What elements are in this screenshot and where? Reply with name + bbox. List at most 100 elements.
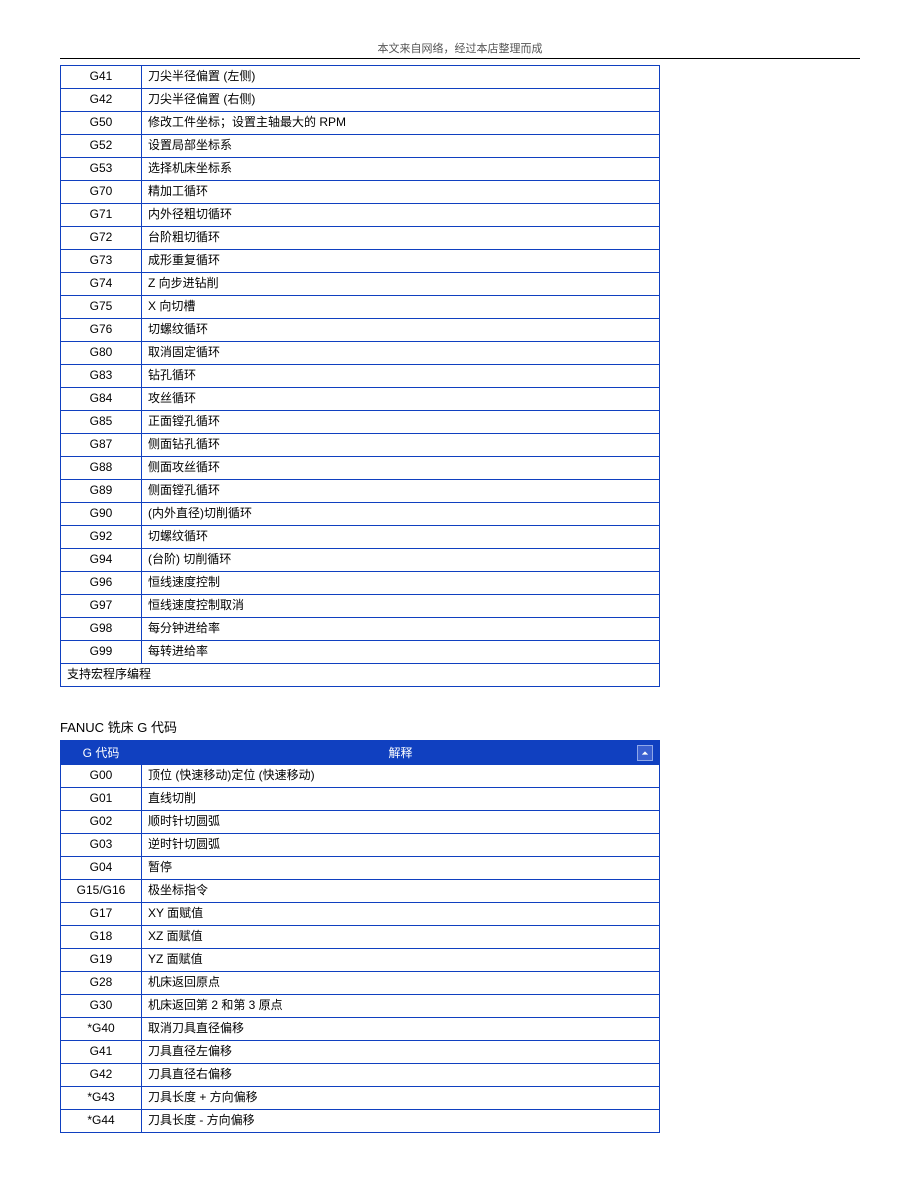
table-row: G17XY 面赋值 bbox=[61, 903, 660, 926]
desc-cell: 每分钟进给率 bbox=[142, 618, 660, 641]
page: 本文来自网络，经过本店整理而成 G41刀尖半径偏置 (左侧)G42刀尖半径偏置 … bbox=[0, 0, 920, 1193]
table-row: G03逆时针切圆弧 bbox=[61, 834, 660, 857]
table-row: G96恒线速度控制 bbox=[61, 572, 660, 595]
code-cell: G84 bbox=[61, 388, 142, 411]
desc-cell: XY 面赋值 bbox=[142, 903, 660, 926]
table-row: G42刀具直径右偏移 bbox=[61, 1064, 660, 1087]
code-cell: G98 bbox=[61, 618, 142, 641]
desc-cell: 刀尖半径偏置 (左侧) bbox=[142, 66, 660, 89]
table-footer-cell: 支持宏程序编程 bbox=[61, 664, 660, 687]
desc-cell: 刀具长度 + 方向偏移 bbox=[142, 1087, 660, 1110]
code-cell: G75 bbox=[61, 296, 142, 319]
table-row: G83钻孔循环 bbox=[61, 365, 660, 388]
table-row: *G43刀具长度 + 方向偏移 bbox=[61, 1087, 660, 1110]
code-cell: G53 bbox=[61, 158, 142, 181]
code-cell: G42 bbox=[61, 89, 142, 112]
code-cell: G15/G16 bbox=[61, 880, 142, 903]
desc-cell: 取消刀具直径偏移 bbox=[142, 1018, 660, 1041]
code-cell: G17 bbox=[61, 903, 142, 926]
code-cell: G83 bbox=[61, 365, 142, 388]
desc-cell: 每转进给率 bbox=[142, 641, 660, 664]
code-cell: G02 bbox=[61, 811, 142, 834]
desc-cell: 侧面攻丝循环 bbox=[142, 457, 660, 480]
chevron-up-icon bbox=[641, 749, 649, 757]
desc-cell: 机床返回第 2 和第 3 原点 bbox=[142, 995, 660, 1018]
code-cell: *G43 bbox=[61, 1087, 142, 1110]
code-cell: G70 bbox=[61, 181, 142, 204]
table-row: G84攻丝循环 bbox=[61, 388, 660, 411]
code-cell: G90 bbox=[61, 503, 142, 526]
table-row: G02顺时针切圆弧 bbox=[61, 811, 660, 834]
code-cell: G76 bbox=[61, 319, 142, 342]
desc-cell: 顺时针切圆弧 bbox=[142, 811, 660, 834]
table-row: G97恒线速度控制取消 bbox=[61, 595, 660, 618]
table-row: G41刀尖半径偏置 (左侧) bbox=[61, 66, 660, 89]
table-row: G90(内外直径)切削循环 bbox=[61, 503, 660, 526]
code-cell: G96 bbox=[61, 572, 142, 595]
table-row: G30机床返回第 2 和第 3 原点 bbox=[61, 995, 660, 1018]
table-row: G98每分钟进给率 bbox=[61, 618, 660, 641]
desc-cell: 修改工件坐标；设置主轴最大的 RPM bbox=[142, 112, 660, 135]
code-cell: *G44 bbox=[61, 1110, 142, 1133]
header-desc-label: 解释 bbox=[388, 746, 412, 760]
header-code: G 代码 bbox=[61, 741, 142, 765]
code-cell: G00 bbox=[61, 765, 142, 788]
table-footer-row: 支持宏程序编程 bbox=[61, 664, 660, 687]
table-row: G28机床返回原点 bbox=[61, 972, 660, 995]
desc-cell: 正面镗孔循环 bbox=[142, 411, 660, 434]
desc-cell: 刀具长度 - 方向偏移 bbox=[142, 1110, 660, 1133]
desc-cell: (内外直径)切削循环 bbox=[142, 503, 660, 526]
desc-cell: 刀具直径右偏移 bbox=[142, 1064, 660, 1087]
code-cell: G04 bbox=[61, 857, 142, 880]
table-row: G42刀尖半径偏置 (右侧) bbox=[61, 89, 660, 112]
code-cell: G92 bbox=[61, 526, 142, 549]
desc-cell: 切螺纹循环 bbox=[142, 526, 660, 549]
table-row: G94(台阶) 切削循环 bbox=[61, 549, 660, 572]
gcode-table-1: G41刀尖半径偏置 (左侧)G42刀尖半径偏置 (右侧)G50修改工件坐标；设置… bbox=[60, 65, 660, 687]
desc-cell: 顶位 (快速移动)定位 (快速移动) bbox=[142, 765, 660, 788]
table-row: *G40取消刀具直径偏移 bbox=[61, 1018, 660, 1041]
code-cell: G41 bbox=[61, 1041, 142, 1064]
code-cell: G41 bbox=[61, 66, 142, 89]
code-cell: G01 bbox=[61, 788, 142, 811]
table-row: G88侧面攻丝循环 bbox=[61, 457, 660, 480]
table-row: G41刀具直径左偏移 bbox=[61, 1041, 660, 1064]
code-cell: G30 bbox=[61, 995, 142, 1018]
desc-cell: 恒线速度控制取消 bbox=[142, 595, 660, 618]
table-row: G80取消固定循环 bbox=[61, 342, 660, 365]
code-cell: G72 bbox=[61, 227, 142, 250]
collapse-button[interactable] bbox=[637, 745, 653, 761]
desc-cell: XZ 面赋值 bbox=[142, 926, 660, 949]
table-row: G00顶位 (快速移动)定位 (快速移动) bbox=[61, 765, 660, 788]
code-cell: G28 bbox=[61, 972, 142, 995]
desc-cell: 刀具直径左偏移 bbox=[142, 1041, 660, 1064]
table-row: G04暂停 bbox=[61, 857, 660, 880]
desc-cell: 内外径粗切循环 bbox=[142, 204, 660, 227]
code-cell: G03 bbox=[61, 834, 142, 857]
table-row: G72台阶粗切循环 bbox=[61, 227, 660, 250]
desc-cell: 选择机床坐标系 bbox=[142, 158, 660, 181]
code-cell: G50 bbox=[61, 112, 142, 135]
desc-cell: YZ 面赋值 bbox=[142, 949, 660, 972]
code-cell: G52 bbox=[61, 135, 142, 158]
desc-cell: 攻丝循环 bbox=[142, 388, 660, 411]
code-cell: *G40 bbox=[61, 1018, 142, 1041]
desc-cell: Z 向步进钻削 bbox=[142, 273, 660, 296]
table-row: G85正面镗孔循环 bbox=[61, 411, 660, 434]
desc-cell: 切螺纹循环 bbox=[142, 319, 660, 342]
code-cell: G80 bbox=[61, 342, 142, 365]
table-row: G01直线切削 bbox=[61, 788, 660, 811]
code-cell: G73 bbox=[61, 250, 142, 273]
table-row: G89侧面镗孔循环 bbox=[61, 480, 660, 503]
table-row: G99每转进给率 bbox=[61, 641, 660, 664]
desc-cell: 直线切削 bbox=[142, 788, 660, 811]
section-title-fanuc-mill: FANUC 铣床 G 代码 bbox=[60, 717, 860, 736]
desc-cell: 侧面钻孔循环 bbox=[142, 434, 660, 457]
page-header-caption: 本文来自网络，经过本店整理而成 bbox=[60, 40, 860, 56]
header-desc: 解释 bbox=[142, 741, 660, 765]
desc-cell: 逆时针切圆弧 bbox=[142, 834, 660, 857]
table-row: G53选择机床坐标系 bbox=[61, 158, 660, 181]
code-cell: G42 bbox=[61, 1064, 142, 1087]
code-cell: G94 bbox=[61, 549, 142, 572]
desc-cell: 成形重复循环 bbox=[142, 250, 660, 273]
